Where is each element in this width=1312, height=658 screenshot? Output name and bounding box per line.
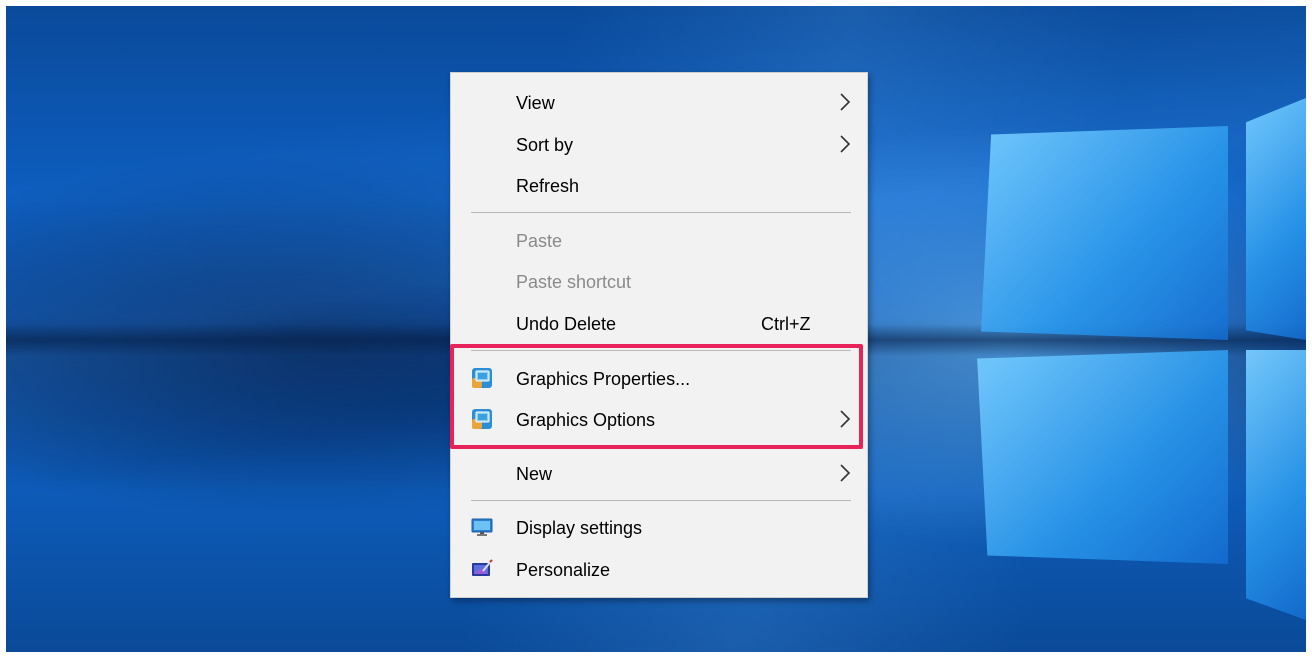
menu-item-label: Personalize	[516, 560, 611, 580]
menu-item-label: View	[516, 93, 555, 113]
windows-logo-pane-bottom-right	[1246, 350, 1306, 620]
chevron-right-icon	[840, 93, 851, 111]
desktop-context-menu: View Sort by Refresh Paste Paste shortcu…	[450, 72, 868, 598]
menu-item-label: Sort by	[516, 135, 574, 155]
menu-item-shortcut: Ctrl+Z	[761, 314, 811, 334]
menu-item-label: Display settings	[516, 518, 643, 538]
display-settings-icon	[471, 518, 493, 536]
windows-logo-pane-top-right	[1246, 98, 1306, 340]
menu-item-sort-by[interactable]: Sort by	[451, 125, 867, 163]
menu-item-paste: Paste	[451, 221, 867, 259]
menu-item-label: Undo Delete	[516, 314, 617, 334]
menu-item-label: New	[516, 464, 553, 484]
menu-item-undo-delete[interactable]: Undo Delete Ctrl+Z	[451, 304, 867, 342]
windows-logo-pane-bottom-left	[977, 350, 1228, 564]
menu-item-refresh[interactable]: Refresh	[451, 166, 867, 204]
menu-item-personalize[interactable]: Personalize	[451, 550, 867, 588]
menu-separator	[471, 212, 851, 213]
menu-separator	[471, 500, 851, 501]
menu-item-display-settings[interactable]: Display settings	[451, 508, 867, 546]
menu-item-label: Paste shortcut	[516, 272, 632, 292]
menu-item-new[interactable]: New	[451, 454, 867, 492]
windows-logo-pane-top-left	[981, 126, 1228, 340]
chevron-right-icon	[840, 135, 851, 153]
menu-item-label: Paste	[516, 231, 563, 251]
personalize-icon	[472, 559, 493, 576]
chevron-right-icon	[840, 464, 851, 482]
menu-item-view[interactable]: View	[451, 83, 867, 121]
menu-item-paste-shortcut: Paste shortcut	[451, 262, 867, 300]
annotation-highlight-box	[450, 344, 863, 449]
menu-item-label: Refresh	[516, 176, 580, 196]
